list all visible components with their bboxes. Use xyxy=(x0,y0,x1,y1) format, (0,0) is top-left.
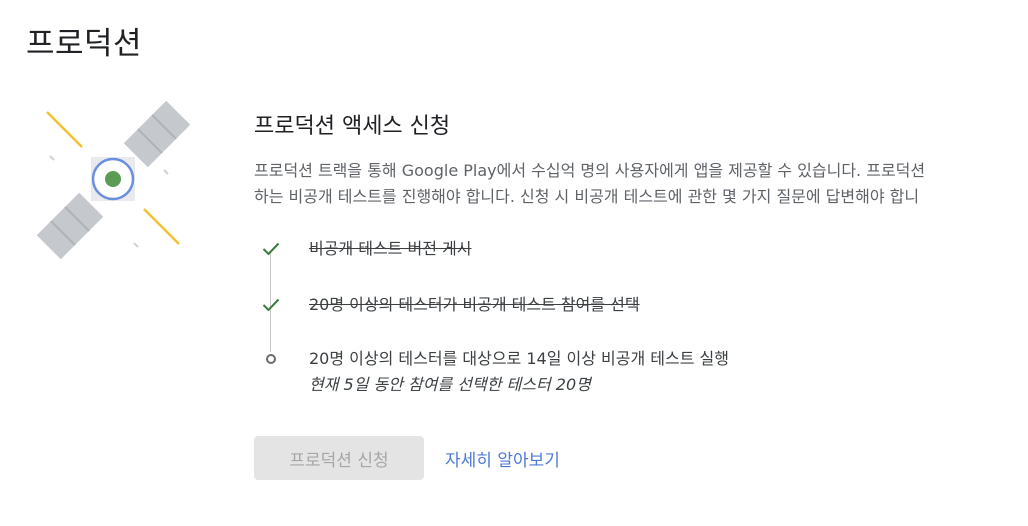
apply-production-button[interactable]: 프로덕션 신청 xyxy=(254,436,424,480)
check-icon xyxy=(262,242,280,256)
satellite-illustration xyxy=(30,96,200,266)
checklist-step-progress: 현재 5일 동안 참여를 선택한 테스터 20명 xyxy=(309,375,591,394)
section-description: 프로덕션 트랙을 통해 Google Play에서 수십억 명의 사용자에게 앱… xyxy=(254,158,1028,210)
checklist-step-label: 비공개 테스트 버전 게시 xyxy=(309,239,472,258)
actions-row: 프로덕션 신청 자세히 알아보기 xyxy=(254,436,560,480)
description-line: 하는 비공개 테스트를 진행해야 합니다. 신청 시 비공개 테스트에 관한 몇… xyxy=(254,187,920,206)
checklist-step-testers-opt-in: 20명 이상의 테스터가 비공개 테스트 참여를 선택 xyxy=(254,292,1028,346)
page-title: 프로덕션 xyxy=(26,26,143,62)
production-access-section: 프로덕션 액세스 신청 프로덕션 트랙을 통해 Google Play에서 수십… xyxy=(254,112,1028,398)
description-line: 프로덕션 트랙을 통해 Google Play에서 수십억 명의 사용자에게 앱… xyxy=(254,161,926,180)
section-heading: 프로덕션 액세스 신청 xyxy=(254,114,451,139)
checklist-step-publish: 비공개 테스트 버전 게시 xyxy=(254,236,1028,292)
learn-more-link[interactable]: 자세히 알아보기 xyxy=(445,446,560,471)
production-page: 프로덕션 프로덕션 액세스 신청 프로덕션 트랙을 통해 Google Play… xyxy=(0,0,1028,526)
check-icon xyxy=(262,298,280,312)
pending-circle-icon xyxy=(266,354,276,364)
requirements-checklist: 비공개 테스트 버전 게시 20명 이상의 테스터가 비공개 테스트 참여를 선… xyxy=(254,236,1028,398)
checklist-step-label: 20명 이상의 테스터가 비공개 테스트 참여를 선택 xyxy=(309,295,640,314)
checklist-step-label: 20명 이상의 테스터를 대상으로 14일 이상 비공개 테스트 실행 xyxy=(309,349,729,368)
checklist-step-run-test: 20명 이상의 테스터를 대상으로 14일 이상 비공개 테스트 실행 현재 5… xyxy=(254,346,1028,398)
